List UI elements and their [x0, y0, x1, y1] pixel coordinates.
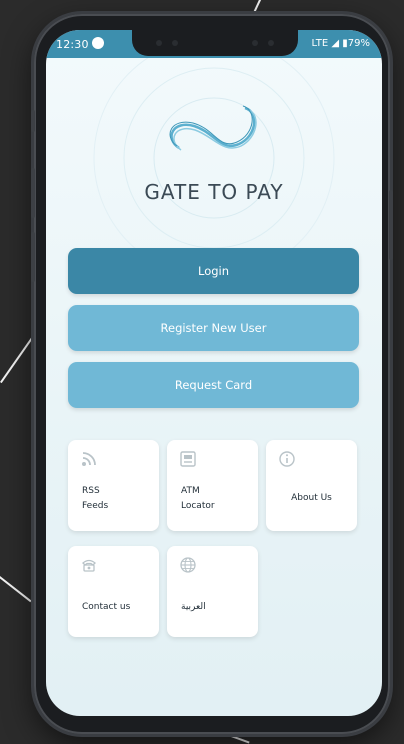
tile-about-us[interactable]: About Us — [266, 440, 357, 531]
phone-volume-down — [31, 232, 35, 282]
tile-label: العربية — [181, 602, 206, 612]
phone-side-button — [31, 110, 35, 132]
globe-icon — [180, 557, 196, 573]
login-button[interactable]: Login — [68, 248, 359, 294]
signal-icon: ◢ — [331, 38, 340, 49]
network-label: LTE — [311, 38, 329, 49]
info-icon — [279, 451, 295, 467]
request-card-button[interactable]: Request Card — [68, 362, 359, 408]
brand-name: GATE TO PAY — [144, 180, 284, 204]
decor-line-bottom-left — [0, 576, 32, 603]
app-screen: 12:30 LTE ◢ ▮79% GATE TO PAY Login Regis… — [46, 30, 382, 716]
logo: GATE TO PAY — [46, 100, 382, 204]
phone-volume-up — [31, 168, 35, 218]
tile-label: Contact us — [82, 602, 131, 612]
atm-icon — [180, 451, 196, 467]
tile-label: ATM Locator — [181, 486, 215, 511]
tile-rss-feeds[interactable]: RSS Feeds — [68, 440, 159, 531]
camera-dot-icon — [92, 37, 104, 49]
register-button[interactable]: Register New User — [68, 305, 359, 351]
tile-label: About Us — [291, 493, 332, 503]
infinity-logo-icon — [169, 105, 257, 151]
tile-label: RSS Feeds — [82, 486, 109, 511]
tile-contact-us[interactable]: Contact us — [68, 546, 159, 637]
phone-icon — [82, 559, 96, 572]
status-time: 12:30 — [56, 38, 89, 51]
phone-notch — [132, 30, 298, 56]
tile-arabic-language[interactable]: العربية — [167, 546, 258, 637]
battery-percent: 79% — [347, 38, 370, 49]
tile-atm-locator[interactable]: ATM Locator — [167, 440, 258, 531]
rss-icon — [82, 452, 96, 466]
status-indicators: LTE ◢ ▮79% — [312, 38, 370, 49]
phone-power-button — [389, 190, 393, 260]
